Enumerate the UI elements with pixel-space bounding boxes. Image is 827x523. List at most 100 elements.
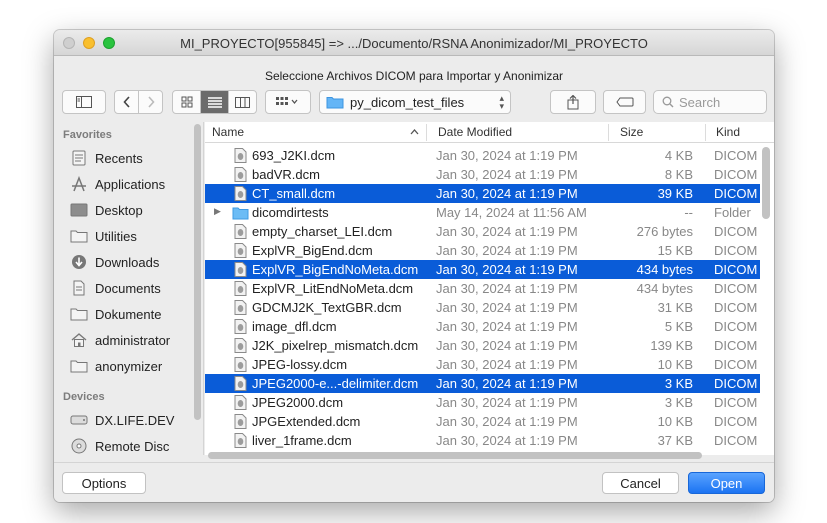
file-row[interactable]: GDCMJ2K_TextGBR.dcm Jan 30, 2024 at 1:19 … — [205, 298, 760, 317]
folder-icon — [70, 357, 88, 375]
search-placeholder: Search — [679, 94, 721, 110]
file-size: 3 KB — [664, 395, 693, 410]
file-date-modified: May 14, 2024 at 11:56 AM — [436, 205, 587, 220]
file-row[interactable]: JPGExtended.dcm Jan 30, 2024 at 1:19 PM 10… — [205, 412, 760, 431]
sidebar-item-downloads[interactable]: Downloads — [70, 251, 202, 273]
dicom-file-icon — [234, 338, 247, 353]
file-name: J2K_pixelrep_mismatch.dcm — [252, 338, 419, 353]
file-date-modified: Jan 30, 2024 at 1:19 PM — [436, 376, 578, 391]
disclosure-triangle-icon[interactable]: ▶ — [214, 206, 221, 217]
sidebar-scrollbar[interactable] — [194, 124, 201, 420]
file-row[interactable]: ExplVR_BigEnd.dcm Jan 30, 2024 at 1:19 PM… — [205, 241, 760, 260]
file-kind: DICOM — [714, 243, 758, 258]
sidebar-item-label: anonymizer — [95, 358, 163, 374]
location-label: py_dicom_test_files — [350, 94, 465, 110]
file-kind: DICOM — [714, 414, 758, 429]
sidebar-item-anonymizer[interactable]: anonymizer — [70, 355, 202, 377]
share-button[interactable] — [550, 90, 596, 114]
cancel-button[interactable]: Cancel — [602, 472, 679, 494]
open-button[interactable]: Open — [688, 472, 765, 494]
sidebar-item-applications[interactable]: Applications — [70, 173, 202, 195]
search-icon — [662, 96, 674, 108]
file-size: 276 bytes — [636, 224, 693, 239]
file-row[interactable]: image_dfl.dcm Jan 30, 2024 at 1:19 PM 5 KB… — [205, 317, 760, 336]
file-list-horizontal-scrollbar[interactable] — [208, 452, 702, 459]
group-by-button[interactable] — [265, 90, 311, 114]
column-header-name[interactable]: Name — [212, 125, 244, 139]
sidebar-item-recents[interactable]: Recents — [70, 147, 202, 169]
file-date-modified: Jan 30, 2024 at 1:19 PM — [436, 262, 578, 277]
file-name: ExplVR_BigEndNoMeta.dcm — [252, 262, 419, 277]
column-divider[interactable] — [705, 124, 706, 141]
options-button[interactable]: Options — [62, 472, 146, 494]
file-size: 434 bytes — [636, 281, 693, 296]
column-view-button[interactable] — [228, 90, 257, 114]
file-size: 8 KB — [664, 167, 693, 182]
icon-view-button[interactable] — [172, 90, 201, 114]
file-row[interactable]: JPEG2000.dcm Jan 30, 2024 at 1:19 PM 3 KB D… — [205, 393, 760, 412]
tag-icon — [615, 97, 633, 107]
file-size: 5 KB — [664, 319, 693, 334]
sidebar-item-desktop[interactable]: Desktop — [70, 199, 202, 221]
column-header-row: Name Date Modified Size Kind — [205, 122, 774, 143]
file-row[interactable]: badVR.dcm Jan 30, 2024 at 1:19 PM 8 KB DICO… — [205, 165, 760, 184]
sidebar-item-label: Applications — [95, 176, 166, 192]
sidebar-toggle-button[interactable] — [62, 90, 106, 114]
home-icon — [70, 331, 88, 349]
column-header-size[interactable]: Size — [620, 125, 643, 139]
column-header-kind[interactable]: Kind — [716, 125, 740, 139]
file-row[interactable]: J2K_pixelrep_mismatch.dcm Jan 30, 2024 at… — [205, 336, 760, 355]
dicom-file-icon — [234, 148, 247, 163]
file-kind: DICOM — [714, 186, 758, 201]
column-header-date[interactable]: Date Modified — [438, 125, 512, 139]
file-row[interactable]: JPEG-lossy.dcm Jan 30, 2024 at 1:19 PM 10 … — [205, 355, 760, 374]
sidebar-item-utilities[interactable]: Utilities — [70, 225, 202, 247]
dicom-file-icon — [234, 243, 247, 258]
file-name: 693_J2KI.dcm — [252, 148, 336, 163]
column-divider[interactable] — [426, 124, 427, 141]
file-date-modified: Jan 30, 2024 at 1:19 PM — [436, 433, 578, 448]
applications-icon — [70, 175, 88, 193]
back-button[interactable] — [114, 90, 139, 114]
file-size: 39 KB — [657, 186, 693, 201]
list-icon — [207, 96, 222, 108]
file-size: 139 KB — [650, 338, 693, 353]
file-kind: DICOM — [714, 338, 758, 353]
tags-button[interactable] — [603, 90, 646, 114]
location-popup[interactable]: py_dicom_test_files ▴ ▾ — [319, 90, 511, 114]
sidebar-item-remote-disc[interactable]: Remote Disc — [70, 435, 202, 457]
file-kind: DICOM — [714, 357, 758, 372]
file-size: 37 KB — [657, 433, 693, 448]
file-row[interactable]: liver_1frame.dcm Jan 30, 2024 at 1:19 PM 3… — [205, 431, 760, 450]
sidebar-item-administrator[interactable]: administrator — [70, 329, 202, 351]
sidebar-item-documents[interactable]: Documents — [70, 277, 202, 299]
search-field[interactable]: Search — [653, 90, 767, 114]
sidebar-item-dokumente[interactable]: Dokumente — [70, 303, 202, 325]
chevron-right-icon — [147, 96, 155, 108]
folder-icon — [70, 227, 88, 245]
file-list-vertical-scrollbar[interactable] — [762, 147, 770, 219]
downloads-icon — [70, 253, 88, 271]
file-row[interactable]: 693_J2KI.dcm Jan 30, 2024 at 1:19 PM 4 KB D… — [205, 146, 760, 165]
disc-icon — [70, 437, 88, 455]
title-bar[interactable]: MI_PROYECTO[955845] => .../Documento/RSN… — [54, 30, 774, 56]
file-size: 434 bytes — [636, 262, 693, 277]
dicom-file-icon — [234, 224, 247, 239]
file-date-modified: Jan 30, 2024 at 1:19 PM — [436, 338, 578, 353]
folder-icon — [326, 97, 344, 109]
file-row[interactable]: ExplVR_BigEndNoMeta.dcm Jan 30, 2024 at 1… — [205, 260, 760, 279]
file-row[interactable]: CT_small.dcm Jan 30, 2024 at 1:19 PM 39 KB… — [205, 184, 760, 203]
sidebar-item-label: administrator — [95, 332, 171, 348]
sidebar-item-dx-life-dev[interactable]: DX.LIFE.DEV — [70, 409, 202, 431]
file-kind: DICOM — [714, 167, 758, 182]
file-kind: Folder — [714, 205, 751, 220]
column-divider[interactable] — [608, 124, 609, 141]
dicom-file-icon — [234, 186, 247, 201]
sidebar-icon — [76, 96, 92, 108]
file-row[interactable]: ▶ dicomdirtests May 14, 2024 at 11:56 AM --… — [205, 203, 760, 222]
file-row[interactable]: empty_charset_LEI.dcm Jan 30, 2024 at 1:1… — [205, 222, 760, 241]
forward-button[interactable] — [138, 90, 163, 114]
file-row[interactable]: ExplVR_LitEndNoMeta.dcm Jan 30, 2024 at 1… — [205, 279, 760, 298]
file-row[interactable]: JPEG2000-e...-delimiter.dcm Jan 30, 2024 … — [205, 374, 760, 393]
list-view-button[interactable] — [200, 90, 229, 114]
